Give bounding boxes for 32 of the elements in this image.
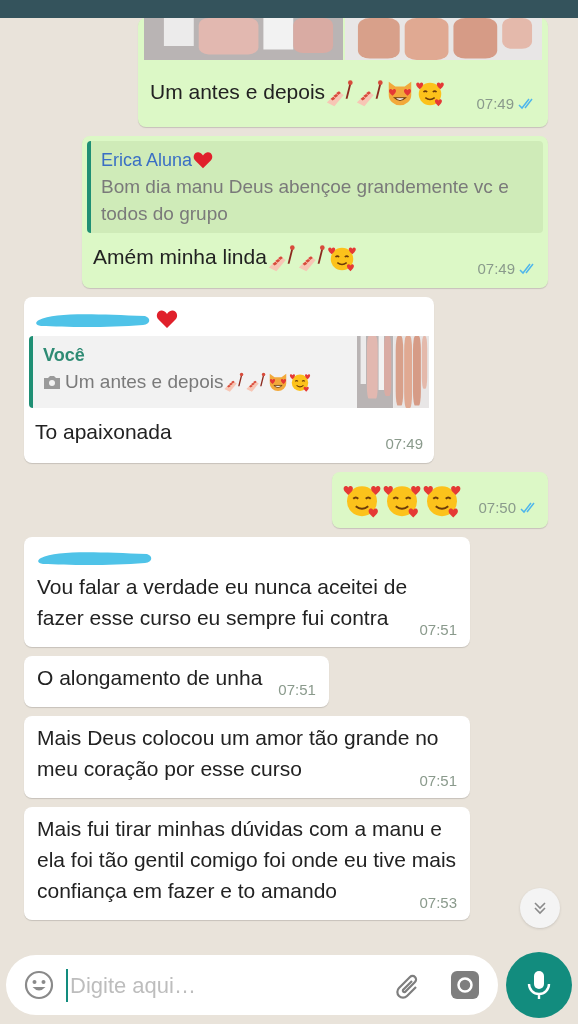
- double-chevron-down-icon: [532, 900, 548, 916]
- message-time: 07:51: [419, 620, 457, 640]
- quoted-text: Um antes e depois: [65, 370, 224, 394]
- message-text: Vou falar a verdade eu nunca aceitei de fazer esse curso eu sempre fui contra: [37, 575, 408, 629]
- message-input[interactable]: Digite aqui…: [66, 968, 382, 1002]
- smiley-icon: [24, 970, 54, 1000]
- nail-polish-icon: [325, 78, 356, 109]
- message-text: Amém minha linda: [93, 245, 267, 268]
- nail-polish-icon: [245, 370, 268, 393]
- message-time: 07:49: [385, 434, 423, 454]
- double-check-icon: [520, 502, 538, 514]
- microphone-icon: [526, 970, 552, 1000]
- camera-icon[interactable]: [450, 970, 480, 1000]
- double-check-icon: [519, 262, 537, 275]
- message-field[interactable]: Digite aqui…: [6, 955, 498, 1015]
- nail-polish-icon: [355, 78, 386, 109]
- message-text: O alongamento de unha: [37, 666, 263, 689]
- heart-icon: [192, 149, 215, 171]
- quoted-author: Erica Aluna: [101, 149, 193, 172]
- message-text: Um antes e depois: [150, 80, 326, 103]
- heart-icon: [155, 307, 179, 331]
- message-time: 07:50: [478, 497, 516, 518]
- nail-polish-icon: [296, 243, 327, 274]
- message-time: 07:51: [278, 680, 316, 700]
- double-check-icon: [518, 97, 536, 110]
- message-time: 07:49: [477, 259, 515, 279]
- quoted-text: Bom dia manu Deus abençoe grandemente vc e todos do grupo: [101, 175, 510, 226]
- message-text: To apaixonada: [35, 420, 172, 443]
- quoted-author: Você: [43, 344, 85, 367]
- nail-polish-icon: [223, 370, 246, 393]
- nail-polish-icon: [266, 243, 297, 274]
- message-time: 07:49: [476, 94, 514, 114]
